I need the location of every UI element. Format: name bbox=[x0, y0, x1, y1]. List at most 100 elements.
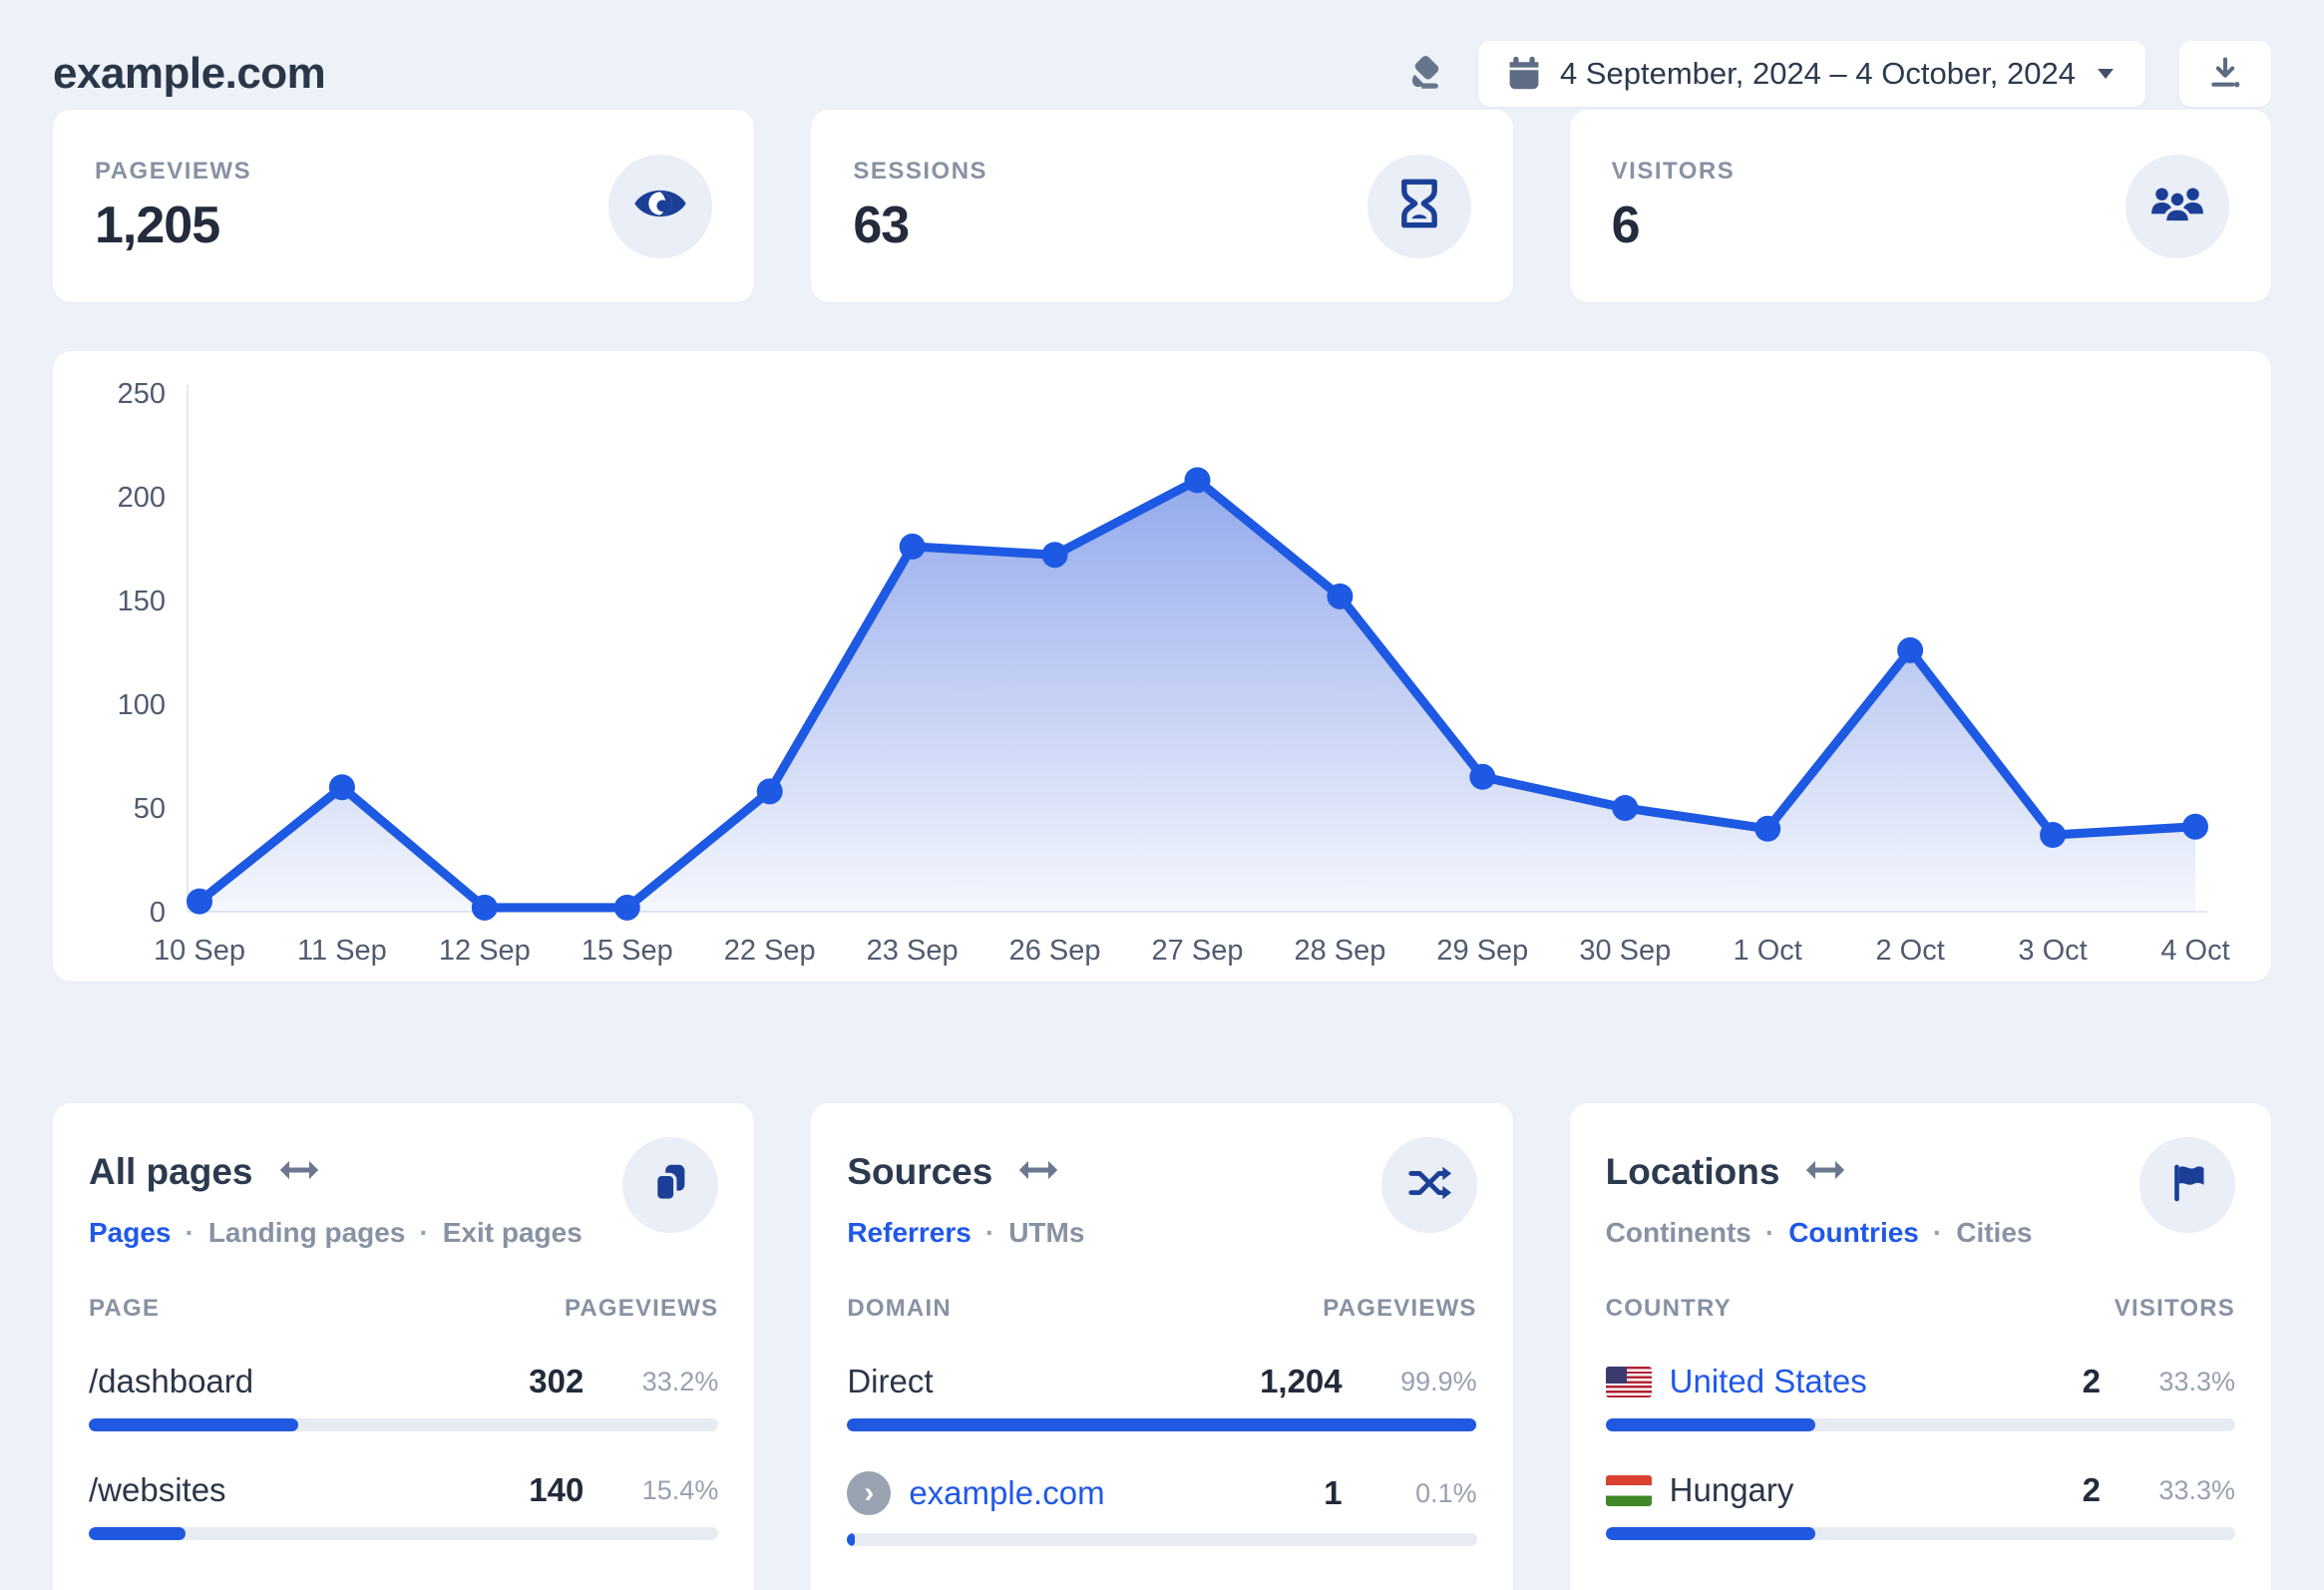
svg-text:3 Oct: 3 Oct bbox=[2018, 935, 2087, 967]
tab-cities[interactable]: Cities bbox=[1919, 1217, 2032, 1249]
table-row[interactable]: /websites 140 15.4% bbox=[89, 1471, 719, 1540]
svg-text:200: 200 bbox=[118, 482, 166, 514]
table-header: PAGE PAGEVIEWS bbox=[89, 1295, 718, 1323]
panel-title: Sources bbox=[847, 1151, 993, 1192]
top-bar-actions: 4 September, 2024 – 4 October, 2024 bbox=[1402, 41, 2271, 107]
clear-filters-button[interactable] bbox=[1402, 52, 1444, 97]
row-label-link[interactable]: United States bbox=[1605, 1363, 1981, 1400]
table-row[interactable]: United States 2 33.3% bbox=[1605, 1363, 2235, 1431]
pages-action-button[interactable] bbox=[622, 1137, 719, 1233]
tab-pages[interactable]: Pages bbox=[89, 1217, 172, 1249]
flag-icon bbox=[2165, 1161, 2209, 1210]
svg-text:22 Sep: 22 Sep bbox=[724, 935, 816, 967]
row-value: 2 bbox=[2082, 1471, 2101, 1508]
panel-header: All pages Pages Landing pages Exit pages bbox=[89, 1137, 719, 1249]
stat-info: VISITORS 6 bbox=[1612, 158, 1736, 255]
row-percent: 15.4% bbox=[641, 1474, 719, 1505]
stat-value: 6 bbox=[1611, 196, 1641, 254]
row-percent: 0.1% bbox=[1415, 1477, 1477, 1508]
stat-icon-circle bbox=[2125, 154, 2229, 258]
row-value: 140 bbox=[529, 1471, 584, 1508]
svg-text:11 Sep: 11 Sep bbox=[297, 935, 387, 967]
row-percent: 33.3% bbox=[2158, 1366, 2235, 1396]
row-label: Direct bbox=[847, 1363, 934, 1399]
table-row[interactable]: › example.com 1 0.1% bbox=[847, 1471, 1477, 1546]
progress-fill bbox=[89, 1418, 298, 1431]
row-value: 302 bbox=[529, 1363, 584, 1399]
column-label: PAGEVIEWS bbox=[564, 1295, 719, 1322]
panel-title-row: All pages bbox=[89, 1151, 582, 1193]
tab-referrers[interactable]: Referrers bbox=[847, 1217, 971, 1249]
panel-title-row: Sources bbox=[847, 1151, 1084, 1193]
panel-all-pages: All pages Pages Landing pages Exit pages bbox=[53, 1103, 755, 1590]
stat-cards: PAGEVIEWS 1,205 SESSIONS 63 VISITORS 6 bbox=[53, 110, 2271, 302]
svg-text:26 Sep: 26 Sep bbox=[1009, 935, 1101, 967]
column-label: PAGEVIEWS bbox=[1323, 1295, 1477, 1322]
row-line: /websites 140 15.4% bbox=[89, 1471, 718, 1509]
export-button[interactable] bbox=[2179, 41, 2271, 107]
pageviews-chart-card: 0 50 100 150 200 250 10 Sep 11 Sep 12 Sep 15 Sep 2… bbox=[53, 351, 2271, 982]
tab-utms[interactable]: UTMs bbox=[971, 1217, 1084, 1249]
panel-header-left: Locations Continents Countries Cities bbox=[1606, 1137, 2033, 1249]
analytics-dashboard: example.com 4 September, 2024 – 4 Octobe… bbox=[0, 0, 2324, 1590]
column-label: PAGE bbox=[89, 1295, 161, 1322]
tab-continents[interactable]: Continents bbox=[1606, 1217, 1751, 1249]
sources-action-button[interactable] bbox=[1380, 1137, 1477, 1233]
locations-action-button[interactable] bbox=[2138, 1137, 2235, 1233]
progress-fill bbox=[847, 1533, 855, 1546]
panel-title-row: Locations bbox=[1606, 1151, 2033, 1193]
progress-fill bbox=[1605, 1418, 1815, 1431]
detail-panels: All pages Pages Landing pages Exit pages bbox=[53, 1103, 2271, 1590]
stat-label: PAGEVIEWS bbox=[95, 157, 252, 185]
tab-countries[interactable]: Countries bbox=[1751, 1217, 1919, 1249]
date-range-picker[interactable]: 4 September, 2024 – 4 October, 2024 bbox=[1477, 41, 2145, 107]
svg-text:0: 0 bbox=[150, 897, 166, 929]
resize-horizontal-icon bbox=[279, 1155, 319, 1190]
table-row[interactable]: /dashboard 302 33.2% bbox=[89, 1363, 719, 1431]
country-name: Hungary bbox=[1669, 1471, 1794, 1508]
row-line: /dashboard 302 33.2% bbox=[89, 1363, 718, 1400]
shuffle-icon bbox=[1406, 1160, 1452, 1211]
stat-info: SESSIONS 63 bbox=[853, 158, 987, 255]
calendar-icon bbox=[1506, 55, 1542, 94]
row-label: /dashboard bbox=[89, 1363, 254, 1399]
stat-card-visitors: VISITORS 6 bbox=[1569, 110, 2271, 302]
row-percent: 33.2% bbox=[641, 1366, 719, 1396]
resize-horizontal-icon bbox=[1018, 1155, 1058, 1190]
progress-track bbox=[847, 1418, 1477, 1431]
table-row[interactable]: Hungary 2 33.3% bbox=[1605, 1471, 2235, 1540]
table-row[interactable]: Direct 1,204 99.9% bbox=[847, 1363, 1477, 1431]
panel-sources: Sources Referrers UTMs bbox=[811, 1103, 1513, 1590]
progress-fill bbox=[847, 1418, 1477, 1431]
domain-link: example.com bbox=[909, 1474, 1105, 1511]
svg-text:2 Oct: 2 Oct bbox=[1875, 935, 1944, 967]
chevron-right-circle-icon: › bbox=[847, 1471, 892, 1515]
tab-landing-pages[interactable]: Landing pages bbox=[172, 1217, 406, 1249]
hourglass-icon bbox=[1393, 178, 1445, 234]
panel-title: Locations bbox=[1605, 1151, 1780, 1192]
row-line: Hungary 2 33.3% bbox=[1605, 1471, 2235, 1509]
eye-icon bbox=[632, 176, 688, 236]
column-label: COUNTRY bbox=[1605, 1295, 1732, 1322]
chevron-down-icon bbox=[2094, 61, 2118, 88]
page-title: example.com bbox=[53, 49, 326, 98]
row-label: Hungary bbox=[1605, 1471, 1981, 1509]
svg-text:30 Sep: 30 Sep bbox=[1579, 935, 1671, 967]
row-label-link[interactable]: › example.com bbox=[847, 1471, 1222, 1515]
date-range-text: 4 September, 2024 – 4 October, 2024 bbox=[1559, 56, 2076, 91]
svg-text:10 Sep: 10 Sep bbox=[154, 935, 245, 967]
eraser-icon bbox=[1402, 52, 1444, 97]
panel-tabs: Pages Landing pages Exit pages bbox=[89, 1217, 582, 1249]
svg-text:100: 100 bbox=[118, 689, 166, 721]
pageviews-area-chart: 0 50 100 150 200 250 10 Sep 11 Sep 12 Sep 15 Sep 2… bbox=[118, 378, 2230, 967]
progress-track bbox=[1605, 1418, 2235, 1431]
svg-text:12 Sep: 12 Sep bbox=[439, 935, 531, 967]
svg-text:29 Sep: 29 Sep bbox=[1436, 935, 1528, 967]
tab-exit-pages[interactable]: Exit pages bbox=[405, 1217, 582, 1249]
panel-locations: Locations Continents Countries Cities bbox=[1569, 1103, 2271, 1590]
top-bar: example.com 4 September, 2024 – 4 Octobe… bbox=[53, 0, 2271, 110]
panel-tabs: Continents Countries Cities bbox=[1606, 1217, 2033, 1249]
progress-track bbox=[89, 1418, 719, 1431]
panel-tabs: Referrers UTMs bbox=[847, 1217, 1084, 1249]
svg-text:15 Sep: 15 Sep bbox=[581, 935, 673, 967]
